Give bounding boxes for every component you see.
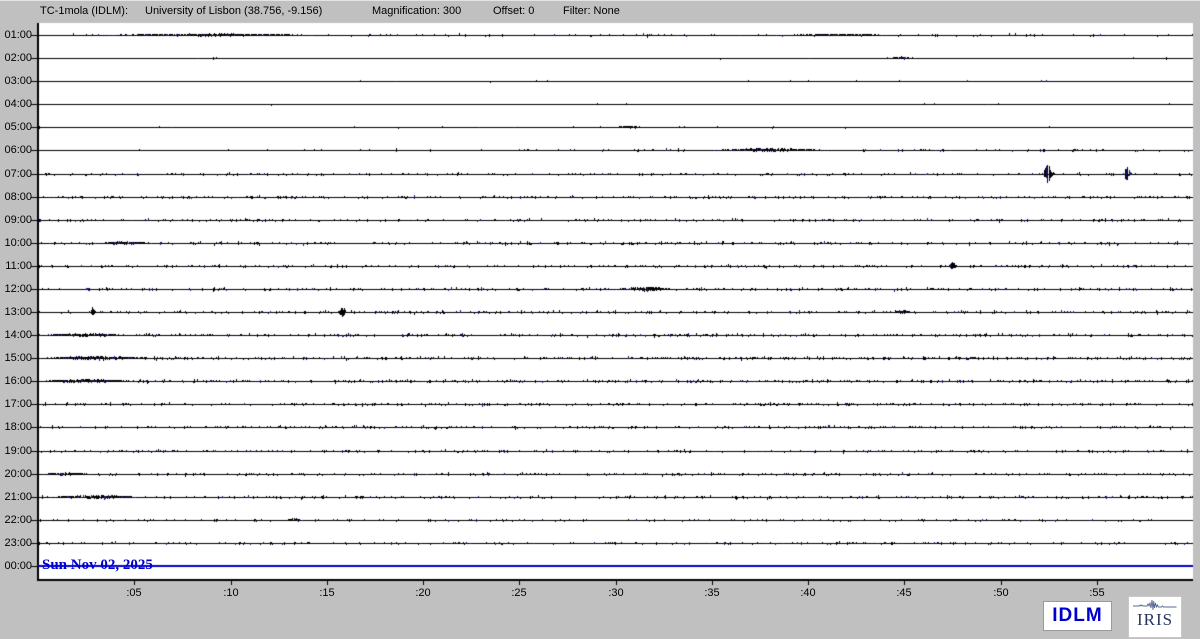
hour-label: 20:00	[4, 468, 32, 480]
minute-tick-label: :35	[704, 587, 720, 599]
minute-tick-label: :05	[126, 587, 142, 599]
iris-logo: IRIS	[1128, 596, 1182, 638]
hour-label: 23:00	[4, 537, 32, 549]
hour-label: 04:00	[4, 98, 32, 110]
hour-label: 00:00	[4, 560, 32, 572]
offset-label: Offset: 0	[493, 5, 535, 17]
idlm-logo: IDLM	[1043, 601, 1112, 631]
minute-tick-label: :55	[1089, 587, 1105, 599]
minute-tick-label: :50	[993, 587, 1009, 599]
magnification-label: Magnification: 300	[372, 5, 462, 17]
minute-tick-label: :20	[415, 587, 431, 599]
hour-label: 19:00	[4, 445, 32, 457]
idlm-logo-text: IDLM	[1052, 605, 1103, 626]
minute-tick-label: :25	[511, 587, 527, 599]
hour-label: 17:00	[4, 398, 32, 410]
hour-label: 06:00	[4, 144, 32, 156]
hour-label: 03:00	[4, 75, 32, 87]
station-location-label: University of Lisbon (38.756, -9.156)	[145, 5, 323, 17]
hour-label: 22:00	[4, 514, 32, 526]
hour-label: 01:00	[4, 29, 32, 41]
hour-label: 11:00	[5, 260, 32, 272]
hour-label: 18:00	[4, 421, 32, 433]
current-date-label: Sun Nov 02, 2025	[42, 557, 153, 573]
helicorder-canvas[interactable]	[0, 1, 1200, 639]
minute-tick-label: :15	[319, 587, 335, 599]
hour-label: 09:00	[4, 214, 32, 226]
hour-label: 02:00	[4, 52, 32, 64]
hour-label: 10:00	[4, 237, 32, 249]
minute-tick-label: :30	[608, 587, 624, 599]
minute-tick-label: :45	[896, 587, 912, 599]
hour-label: 14:00	[4, 329, 32, 341]
hour-label: 16:00	[4, 375, 32, 387]
hour-label: 12:00	[4, 283, 32, 295]
hour-label: 08:00	[4, 191, 32, 203]
minute-tick-label: :10	[223, 587, 239, 599]
hour-label: 15:00	[4, 352, 32, 364]
iris-logo-text: IRIS	[1136, 610, 1174, 629]
hour-label: 21:00	[4, 491, 32, 503]
hour-label: 07:00	[4, 168, 32, 180]
filter-label: Filter: None	[563, 5, 620, 17]
helicorder-app-window: TC-1mola (IDLM): University of Lisbon (3…	[0, 0, 1200, 639]
minute-tick-label: :40	[800, 587, 816, 599]
hour-label: 05:00	[4, 121, 32, 133]
station-id-label: TC-1mola (IDLM):	[40, 5, 129, 17]
hour-label: 13:00	[4, 306, 32, 318]
